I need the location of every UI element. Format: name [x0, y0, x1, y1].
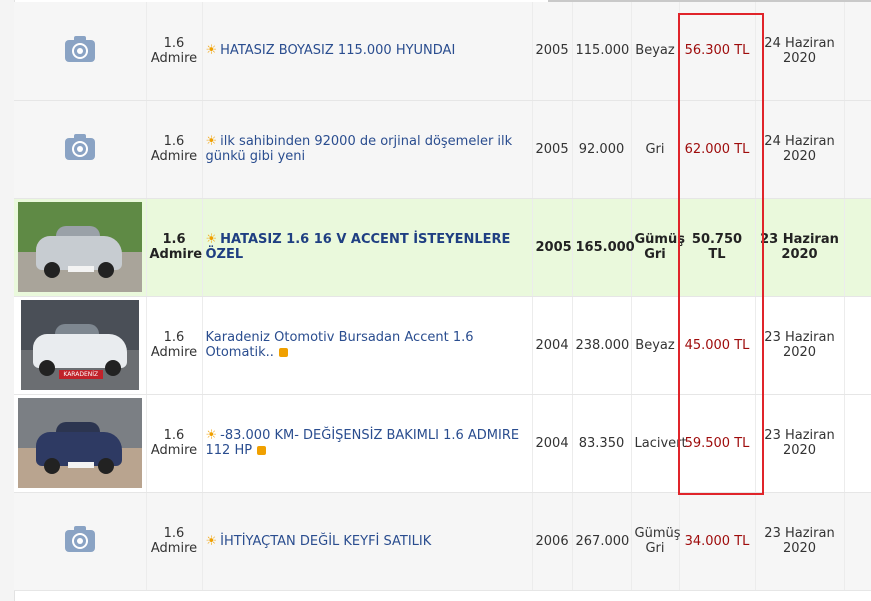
left-gutter [0, 0, 15, 601]
listing-title[interactable]: ☀ İHTİYAÇTAN DEĞİL KEYFİ SATILIK [202, 492, 533, 591]
listing-title[interactable]: ☀ ilk sahibinden 92000 de orjinal döşemel… [202, 100, 533, 199]
plate-label: KARADENİZ [58, 370, 103, 379]
listing-title[interactable]: ☀ HATASIZ BOYASIZ 115.000 HYUNDAI [202, 2, 533, 101]
listing-title-link[interactable]: İHTİYAÇTAN DEĞİL KEYFİ SATILIK [220, 534, 431, 549]
listing-year: 2004 [532, 296, 573, 395]
listing-year: 2005 [532, 198, 573, 297]
listing-location [844, 492, 871, 591]
listing-date: 23 Haziran 2020 [755, 296, 845, 395]
sun-icon: ☀ [205, 428, 218, 443]
listing-date: 24 Haziran 2020 [755, 100, 845, 199]
navy-sedan-photo [17, 398, 142, 488]
listing-km: 267.000 [572, 492, 632, 591]
listing-thumbnail[interactable]: KARADENİZ [14, 296, 147, 395]
listing-model: 1.6 Admire [146, 492, 203, 591]
listing-thumbnail[interactable] [14, 100, 147, 199]
camera-placeholder-icon [64, 35, 95, 62]
white-car-front-photo: KARADENİZ [20, 300, 139, 390]
listing-location [844, 394, 871, 493]
listing-title-link[interactable]: Karadeniz Otomotiv Bursadan Accent 1.6 O… [206, 330, 474, 360]
listing-model: 1.6 Admire [146, 100, 203, 199]
listing-color: Gümüş Gri [631, 198, 685, 297]
bookmark-icon [257, 446, 267, 455]
listing-thumbnail[interactable] [14, 198, 147, 297]
listing-km: 83.350 [572, 394, 632, 493]
listing-title-link[interactable]: HATASIZ 1.6 16 V ACCENT İSTEYENLERE ÖZEL [206, 232, 511, 262]
listing-thumbnail[interactable] [14, 2, 147, 101]
listing-date: 23 Haziran 2020 [755, 394, 845, 493]
listing-year: 2005 [532, 2, 573, 101]
sun-icon: ☀ [205, 533, 218, 549]
silver-sedan-photo [17, 202, 142, 292]
listing-price: 34.000 TL [679, 492, 756, 591]
listing-color: Gri [631, 100, 680, 199]
listing-title-link[interactable]: ilk sahibinden 92000 de orjinal döşemele… [206, 134, 513, 164]
listing-title[interactable]: ☀ HATASIZ 1.6 16 V ACCENT İSTEYENLERE ÖZE… [202, 198, 533, 297]
price-highlight-box [678, 13, 764, 495]
listing-model: 1.6 Admire [146, 296, 203, 395]
listing-model: 1.6 Admire [146, 394, 203, 493]
listing-title[interactable]: Karadeniz Otomotiv Bursadan Accent 1.6 O… [202, 296, 533, 395]
listing-color: Beyaz [631, 296, 680, 395]
listing-color: Beyaz [631, 2, 680, 101]
sun-icon: ☀ [205, 43, 218, 59]
listing-date: 24 Haziran 2020 [755, 2, 845, 101]
camera-placeholder-icon [64, 526, 95, 552]
listing-year: 2004 [532, 394, 573, 493]
listing-year: 2005 [532, 100, 573, 199]
sun-icon: ☀ [205, 134, 218, 149]
listing-date: 23 Haziran 2020 [755, 492, 845, 591]
listing-thumbnail[interactable] [14, 492, 147, 591]
listing-title-link[interactable]: -83.000 KM- DEĞİŞENSİZ BAKIMLI 1.6 ADMIR… [206, 428, 520, 458]
listing-km: 165.000 [572, 198, 635, 297]
listing-location [844, 2, 871, 101]
listing-date: 23 Haziran 2020 [755, 198, 845, 297]
listing-model: 1.6 Admire [146, 198, 203, 297]
listing-thumbnail[interactable] [14, 394, 147, 493]
listing-title[interactable]: ☀ -83.000 KM- DEĞİŞENSİZ BAKIMLI 1.6 ADMI… [202, 394, 533, 493]
listing-km: 238.000 [572, 296, 632, 395]
bookmark-icon [278, 348, 288, 357]
camera-placeholder-icon [64, 134, 95, 160]
listing-model: 1.6 Admire [146, 2, 203, 101]
listing-location [844, 296, 871, 395]
listing-location [844, 198, 871, 297]
listing-color: Lacivert [631, 394, 687, 493]
listing-km: 92.000 [572, 100, 632, 199]
listing-year: 2006 [532, 492, 573, 591]
listing-title-link[interactable]: HATASIZ BOYASIZ 115.000 HYUNDAI [220, 43, 455, 58]
sun-icon: ☀ [205, 232, 218, 247]
listing-color: Gümüş Gri [631, 492, 681, 591]
listing-row[interactable]: 1.6 Admire ☀ İHTİYAÇTAN DEĞİL KEYFİ SATIL… [14, 492, 871, 591]
listing-location [844, 100, 871, 199]
listing-km: 115.000 [572, 2, 632, 101]
